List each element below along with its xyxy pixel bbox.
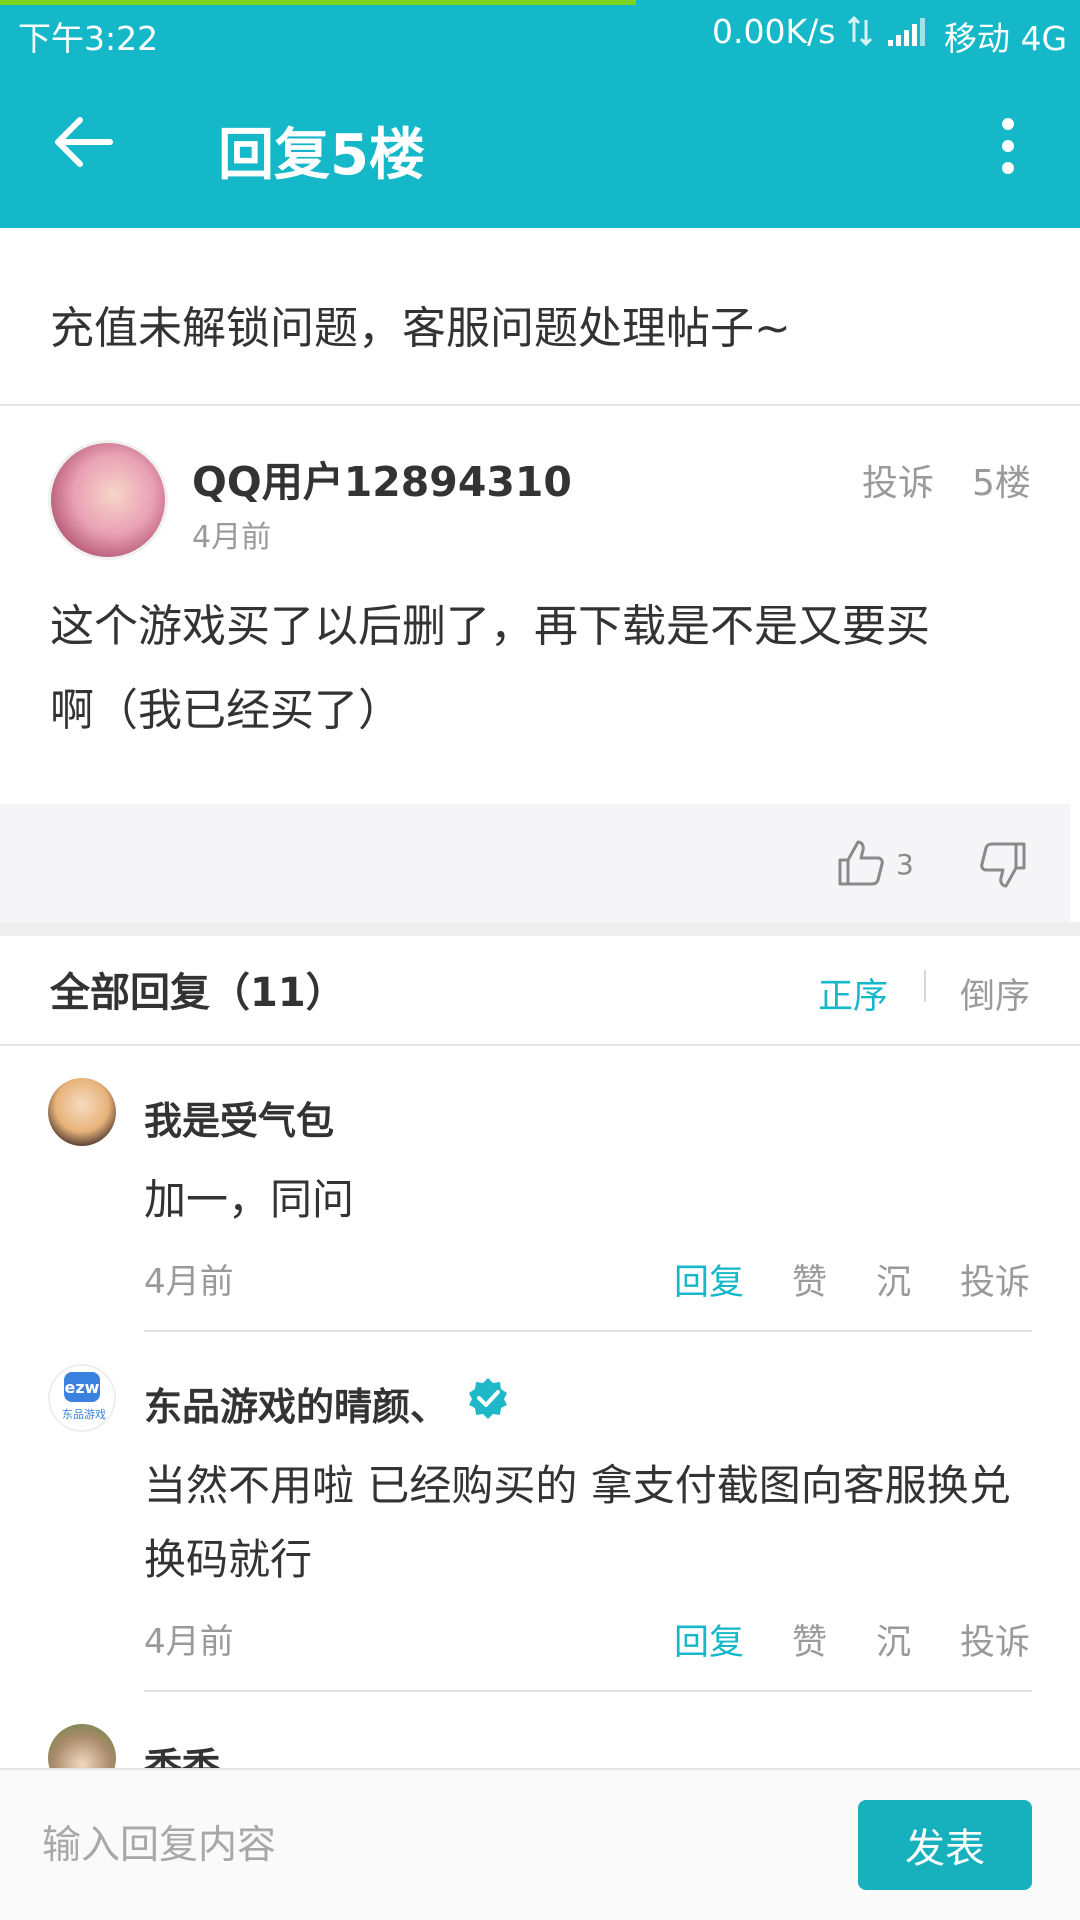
sink-button[interactable]: 沉 [876,1254,911,1305]
reply-username[interactable]: 东品游戏的晴颜、 [144,1376,448,1431]
reply-button[interactable]: 回复 [674,1614,744,1665]
carrier-label: 移动 4G [944,19,1068,58]
network-speed: 0.00K/s [712,12,836,51]
floor-label: 5楼 [972,463,1031,504]
data-transfer-icon [847,16,873,46]
reply-text-line: 换码就行 [144,1535,313,1584]
app-header [0,62,1080,228]
send-button[interactable]: 发表 [858,1800,1032,1890]
reply-username[interactable]: 我是受气包 [144,1090,334,1145]
thumbs-up-icon[interactable] [836,838,884,888]
sink-button[interactable]: 沉 [876,1614,911,1665]
reply-time: 4月前 [144,1622,234,1662]
topic-title[interactable]: 充值未解锁问题，客服问题处理帖子~ [50,292,791,356]
signal-icon [888,18,925,46]
report-button[interactable]: 投诉 [960,1614,1030,1665]
reply-button[interactable]: 回复 [674,1254,744,1305]
avatar[interactable] [48,1078,116,1146]
reply-input[interactable] [40,1800,844,1890]
report-button[interactable]: 投诉 [960,1254,1030,1305]
avatar[interactable]: ezw 东品游戏 [48,1364,116,1432]
divider [0,1044,1080,1046]
divider [924,970,926,1002]
avatar[interactable] [48,440,168,560]
arrow-left-icon[interactable] [50,114,116,170]
sort-asc-tab[interactable]: 正序 [818,968,888,1019]
reply-text-line: 当然不用啦 已经购买的 拿支付截图向客服换兑 [144,1461,1011,1510]
post-username[interactable]: QQ用户12894310 [192,448,572,508]
verified-badge-icon [469,1378,507,1419]
like-button[interactable]: 赞 [792,1254,827,1305]
like-count: 3 [896,848,914,881]
page-title: 回复5楼 [218,123,425,188]
divider [144,1690,1032,1692]
sort-desc-tab[interactable]: 倒序 [960,968,1030,1019]
brand-logo: ezw [64,1372,100,1402]
post-content-line: 这个游戏买了以后删了，再下载是不是又要买 [50,601,930,652]
brand-caption: 东品游戏 [62,1408,106,1421]
thumbs-down-icon[interactable] [980,840,1028,890]
status-time: 下午3:22 [18,19,159,58]
post-time: 4月前 [192,520,272,555]
divider [144,1330,1032,1332]
divider [0,404,1080,406]
like-button[interactable]: 赞 [792,1614,827,1665]
page-load-progress [0,0,636,5]
report-button[interactable]: 投诉 [862,454,934,506]
reply-time: 4月前 [144,1262,234,1302]
post-content-line: 啊（我已经买了） [50,685,402,736]
replies-count-title: 全部回复（11） [50,970,346,1016]
section-gap [0,922,1080,936]
more-vertical-icon[interactable] [996,116,1020,176]
reply-text: 加一，同问 [144,1175,355,1224]
